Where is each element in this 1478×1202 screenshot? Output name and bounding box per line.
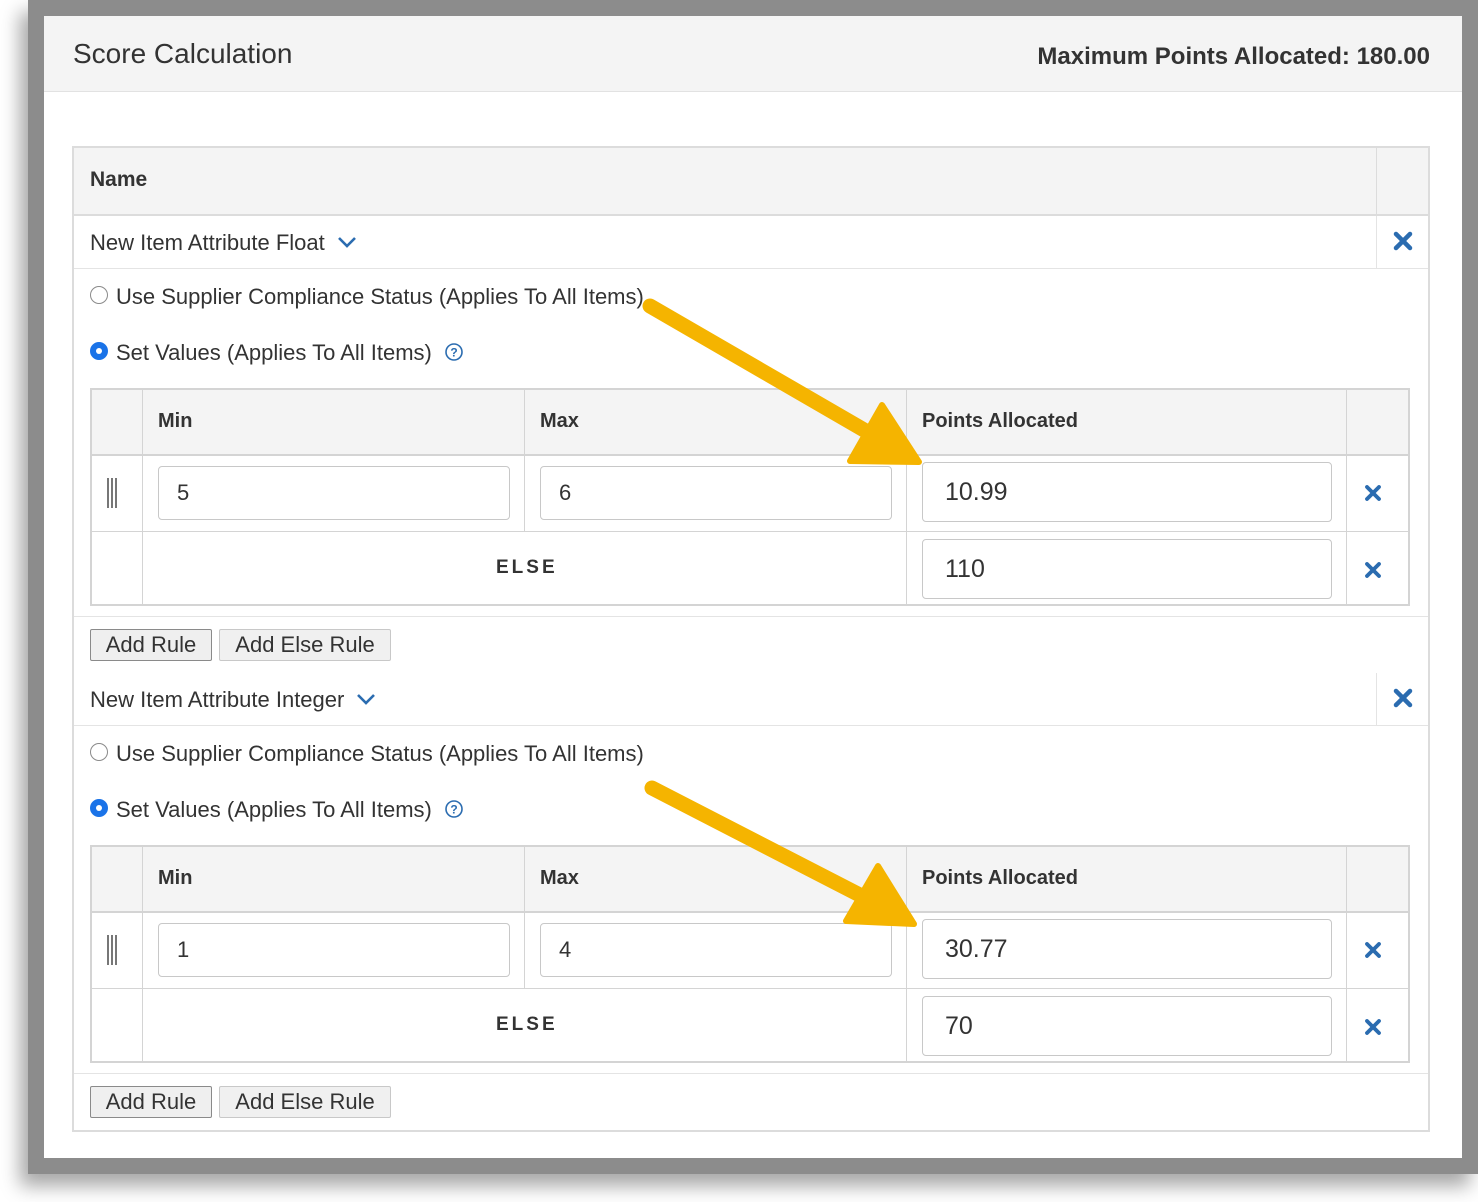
annotation-arrows [642, 298, 922, 927]
arrow-annotation [642, 298, 922, 465]
arrow-annotation [644, 780, 917, 927]
